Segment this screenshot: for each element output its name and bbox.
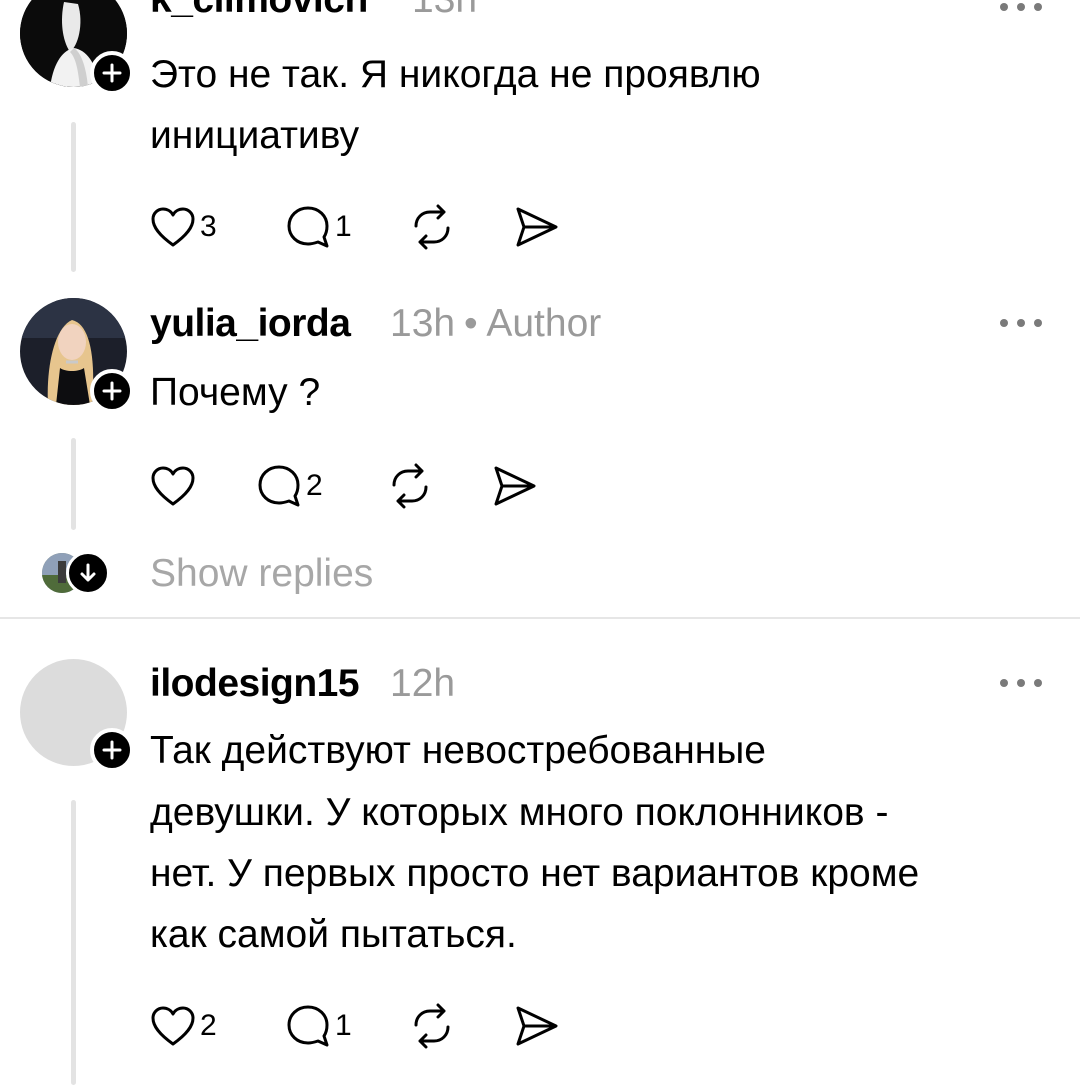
like-button[interactable]: 3 bbox=[150, 203, 217, 251]
comment-bubble-icon bbox=[287, 1005, 329, 1047]
post-text-line: Почему ? bbox=[150, 371, 321, 414]
repost-button[interactable] bbox=[408, 1002, 456, 1050]
comment-count: 1 bbox=[335, 1009, 352, 1042]
post-username[interactable]: k_climovich bbox=[150, 0, 368, 22]
follow-button[interactable] bbox=[90, 728, 134, 772]
post-text-line: Это не так. Я никогда не проявлю bbox=[150, 53, 761, 96]
post-username[interactable]: ilodesign15 bbox=[150, 662, 360, 706]
replies-avatars[interactable] bbox=[42, 551, 110, 595]
post-text-line: как самой пытаться. bbox=[150, 913, 517, 956]
post-text-line: девушки. У которых много поклонников - bbox=[150, 791, 889, 834]
heart-icon bbox=[151, 466, 195, 506]
more-dots-icon[interactable] bbox=[1000, 0, 1042, 17]
like-button[interactable]: 2 bbox=[150, 1002, 217, 1050]
post-text-line: нет. У первых просто нет вариантов кроме bbox=[150, 852, 920, 895]
repost-icon bbox=[392, 463, 428, 509]
comment-button[interactable]: 1 bbox=[285, 203, 352, 251]
post-timestamp: 13h bbox=[390, 302, 456, 345]
comment-count: 1 bbox=[335, 210, 352, 243]
like-count: 2 bbox=[200, 1009, 217, 1042]
repost-icon bbox=[414, 1003, 450, 1049]
comment-count: 2 bbox=[306, 469, 323, 502]
post-text-line: Так действуют невостребованные bbox=[150, 729, 767, 772]
thread-line bbox=[71, 800, 76, 1085]
more-dots-icon[interactable] bbox=[1000, 313, 1042, 333]
repost-button[interactable] bbox=[408, 203, 456, 251]
post-username[interactable]: yulia_iorda bbox=[150, 302, 351, 346]
post-text-line: инициативу bbox=[150, 114, 360, 157]
arrow-down-icon bbox=[66, 551, 110, 595]
like-button[interactable] bbox=[150, 462, 200, 510]
heart-icon bbox=[151, 1006, 195, 1046]
comment-bubble-icon bbox=[287, 206, 329, 248]
post-timestamp: 12h bbox=[390, 662, 456, 705]
share-button[interactable] bbox=[492, 462, 538, 510]
thread-line bbox=[71, 438, 76, 530]
post-timestamp: 13h bbox=[412, 0, 477, 22]
share-button[interactable] bbox=[514, 1002, 560, 1050]
plus-icon bbox=[102, 63, 122, 83]
share-button[interactable] bbox=[514, 203, 560, 251]
follow-button[interactable] bbox=[90, 369, 134, 413]
repost-icon bbox=[414, 204, 450, 250]
plus-icon bbox=[102, 740, 122, 760]
thread-line bbox=[71, 122, 76, 272]
comment-button[interactable]: 2 bbox=[256, 462, 323, 510]
heart-icon bbox=[151, 207, 195, 247]
plus-icon bbox=[102, 381, 122, 401]
more-dots-icon[interactable] bbox=[1000, 673, 1042, 693]
comment-button[interactable]: 1 bbox=[285, 1002, 352, 1050]
follow-button[interactable] bbox=[90, 51, 134, 95]
author-badge: • Author bbox=[464, 302, 602, 345]
divider bbox=[0, 617, 1080, 619]
comment-bubble-icon bbox=[258, 465, 300, 507]
send-icon bbox=[516, 1006, 558, 1046]
like-count: 3 bbox=[200, 210, 217, 243]
send-icon bbox=[516, 207, 558, 247]
send-icon bbox=[494, 466, 536, 506]
repost-button[interactable] bbox=[386, 462, 434, 510]
show-replies-link[interactable]: Show replies bbox=[150, 552, 373, 596]
